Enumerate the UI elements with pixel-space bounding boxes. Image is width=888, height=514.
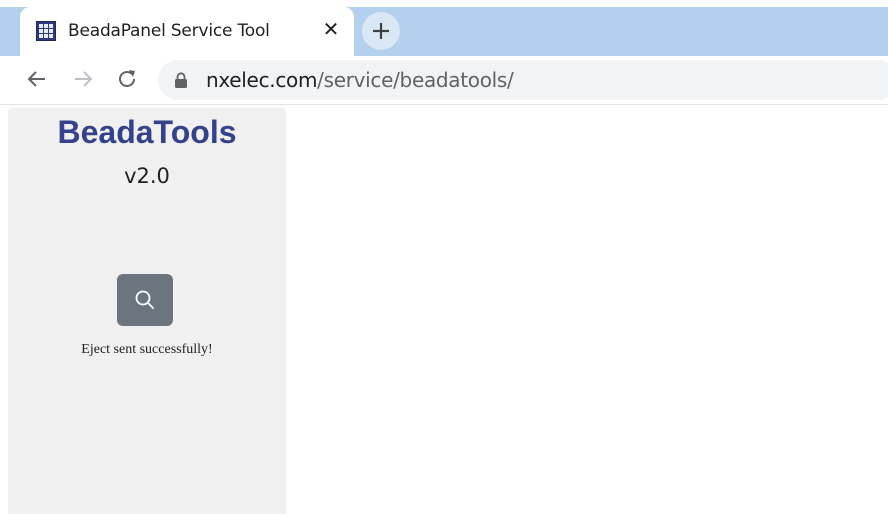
tab-title: BeadaPanel Service Tool	[68, 21, 270, 41]
close-icon[interactable]: ✕	[320, 19, 342, 41]
app-title: BeadaTools	[57, 114, 237, 150]
arrow-left-icon	[27, 71, 45, 87]
url-path: /service/beadatools/	[317, 68, 514, 92]
active-tab[interactable]: BeadaPanel Service Tool ✕	[20, 7, 354, 56]
app-version: v2.0	[124, 164, 170, 188]
grid-icon	[36, 21, 56, 41]
tab-strip: BeadaPanel Service Tool ✕	[0, 0, 888, 56]
url-host: nxelec.com	[206, 68, 318, 92]
url-text[interactable]: nxelec.com/service/beadatools/	[206, 68, 514, 92]
status-message: Eject sent successfully!	[81, 342, 213, 357]
address-bar[interactable]: nxelec.com/service/beadatools/	[158, 60, 888, 100]
search-icon	[135, 290, 154, 309]
new-tab-button[interactable]	[362, 12, 400, 50]
plus-icon	[373, 23, 389, 39]
lock-icon[interactable]	[174, 72, 188, 94]
search-button[interactable]	[117, 274, 173, 326]
reload-icon	[119, 70, 135, 87]
forward-button[interactable]	[70, 66, 96, 92]
reload-button[interactable]	[114, 66, 140, 92]
sidebar-panel: BeadaTools v2.0 Eject sent successfully!	[8, 108, 286, 514]
arrow-right-icon	[75, 71, 93, 87]
back-button[interactable]	[24, 66, 50, 92]
browser-toolbar: nxelec.com/service/beadatools/	[0, 56, 888, 105]
